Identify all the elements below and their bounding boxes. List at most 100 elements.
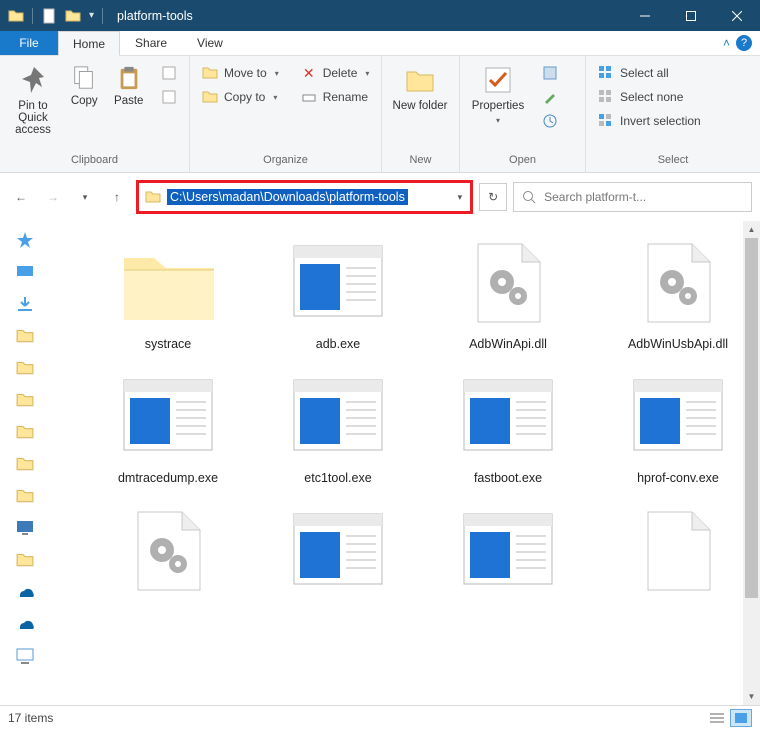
main-pane: systrace adb.exe AdbWinApi.dll AdbWinUsbApi… xyxy=(0,221,760,705)
file-item[interactable] xyxy=(258,503,418,605)
back-button[interactable]: ← xyxy=(8,184,34,210)
file-list[interactable]: systrace adb.exe AdbWinApi.dll AdbWinUsbApi… xyxy=(48,221,743,705)
folder-icon[interactable] xyxy=(16,455,34,473)
paste-button[interactable]: Paste xyxy=(109,62,150,107)
file-name: fastboot.exe xyxy=(474,471,542,485)
file-item[interactable] xyxy=(428,503,588,605)
ribbon-tabs: File Home Share View ˄ ? xyxy=(0,31,760,56)
edit-button[interactable] xyxy=(536,86,564,108)
tab-file[interactable]: File xyxy=(0,31,58,55)
open-button[interactable] xyxy=(536,62,564,84)
folder-icon[interactable] xyxy=(16,359,34,377)
file-name: AdbWinUsbApi.dll xyxy=(628,337,728,351)
file-item[interactable]: fastboot.exe xyxy=(428,369,588,485)
folder-icon[interactable] xyxy=(16,423,34,441)
recent-dropdown[interactable]: ▾ xyxy=(72,184,98,210)
scroll-thumb[interactable] xyxy=(745,238,758,598)
item-count: 17 items xyxy=(8,711,53,725)
downloads-icon[interactable] xyxy=(16,295,34,313)
folder-icon[interactable] xyxy=(16,391,34,409)
pin-to-quick-access-button[interactable]: Pin to Quick access xyxy=(6,62,60,136)
file-thumbnail xyxy=(453,503,563,599)
file-thumbnail xyxy=(453,235,563,331)
address-dropdown-icon[interactable]: ▾ xyxy=(458,192,465,203)
select-none-button[interactable]: Select none xyxy=(592,86,707,108)
select-all-button[interactable]: Select all xyxy=(592,62,707,84)
up-button[interactable]: ↑ xyxy=(104,184,130,210)
file-name: systrace xyxy=(145,337,192,351)
file-item[interactable]: adb.exe xyxy=(258,235,418,351)
folder-icon xyxy=(8,8,24,24)
window-title: platform-tools xyxy=(111,9,193,23)
copy-to-button[interactable]: Copy to▾ xyxy=(196,86,285,108)
address-bar[interactable]: C:\Users\madan\Downloads\platform-tools … xyxy=(136,180,473,214)
history-button[interactable] xyxy=(536,110,564,132)
this-pc-icon[interactable] xyxy=(16,519,34,537)
minimize-button[interactable] xyxy=(622,0,668,31)
file-thumbnail xyxy=(283,369,393,465)
qat-dropdown-icon[interactable]: ▾ xyxy=(89,10,94,21)
pin-label: Pin to Quick access xyxy=(6,100,60,136)
folder-icon xyxy=(145,189,161,205)
desktop-icon[interactable] xyxy=(16,263,34,281)
file-thumbnail xyxy=(113,235,223,331)
file-item[interactable] xyxy=(88,503,248,605)
file-name: dmtracedump.exe xyxy=(118,471,218,485)
scroll-up-button[interactable]: ▲ xyxy=(743,221,760,238)
file-item[interactable]: dmtracedump.exe xyxy=(88,369,248,485)
file-name: hprof-conv.exe xyxy=(637,471,719,485)
details-view-button[interactable] xyxy=(706,709,728,727)
refresh-button[interactable]: ↻ xyxy=(479,183,507,211)
properties-button[interactable]: Properties ▾ xyxy=(466,62,530,125)
folder-icon[interactable] xyxy=(16,551,34,569)
onedrive-icon[interactable] xyxy=(16,615,34,633)
group-label-organize: Organize xyxy=(190,154,381,172)
copy-path-button[interactable] xyxy=(155,62,183,84)
group-label-open: Open xyxy=(460,154,585,172)
folder-icon[interactable] xyxy=(16,487,34,505)
ribbon: Pin to Quick access Copy Paste Clipboard… xyxy=(0,56,760,173)
file-item[interactable]: AdbWinApi.dll xyxy=(428,235,588,351)
group-label-select: Select xyxy=(586,154,760,172)
tab-home[interactable]: Home xyxy=(58,31,120,56)
navigation-bar: ← → ▾ ↑ C:\Users\madan\Downloads\platfor… xyxy=(0,173,760,221)
address-path[interactable]: C:\Users\madan\Downloads\platform-tools xyxy=(167,189,408,205)
file-item[interactable]: hprof-conv.exe xyxy=(598,369,743,485)
folder-icon xyxy=(65,8,81,24)
scroll-down-button[interactable]: ▼ xyxy=(743,688,760,705)
forward-button[interactable]: → xyxy=(40,184,66,210)
search-placeholder: Search platform-t... xyxy=(544,190,646,204)
vertical-scrollbar[interactable]: ▲ ▼ xyxy=(743,221,760,705)
invert-selection-button[interactable]: Invert selection xyxy=(592,110,707,132)
tab-view[interactable]: View xyxy=(182,31,238,55)
navigation-sidebar[interactable] xyxy=(0,221,48,705)
maximize-button[interactable] xyxy=(668,0,714,31)
file-thumbnail xyxy=(283,503,393,599)
monitor-icon[interactable] xyxy=(16,647,34,665)
help-icon[interactable]: ? xyxy=(736,35,752,51)
onedrive-icon[interactable] xyxy=(16,583,34,601)
file-item[interactable]: etc1tool.exe xyxy=(258,369,418,485)
delete-button[interactable]: ✕Delete▾ xyxy=(295,62,376,84)
close-button[interactable] xyxy=(714,0,760,31)
folder-icon[interactable] xyxy=(16,327,34,345)
file-item[interactable]: systrace xyxy=(88,235,248,351)
quick-access-icon[interactable] xyxy=(16,231,34,249)
file-name: adb.exe xyxy=(316,337,360,351)
file-name: AdbWinApi.dll xyxy=(469,337,547,351)
paste-shortcut-button[interactable] xyxy=(155,86,183,108)
file-item[interactable] xyxy=(598,503,743,605)
new-folder-button[interactable]: New folder xyxy=(388,62,452,112)
file-name: etc1tool.exe xyxy=(304,471,371,485)
tab-share[interactable]: Share xyxy=(120,31,182,55)
rename-button[interactable]: Rename xyxy=(295,86,376,108)
copy-button[interactable]: Copy xyxy=(64,62,105,107)
collapse-ribbon-icon[interactable]: ˄ xyxy=(723,36,730,50)
title-bar: ▾ platform-tools xyxy=(0,0,760,31)
search-input[interactable]: Search platform-t... xyxy=(513,182,752,212)
file-item[interactable]: AdbWinUsbApi.dll xyxy=(598,235,743,351)
large-icons-view-button[interactable] xyxy=(730,709,752,727)
search-icon xyxy=(522,190,536,204)
file-thumbnail xyxy=(623,369,733,465)
move-to-button[interactable]: Move to▾ xyxy=(196,62,285,84)
